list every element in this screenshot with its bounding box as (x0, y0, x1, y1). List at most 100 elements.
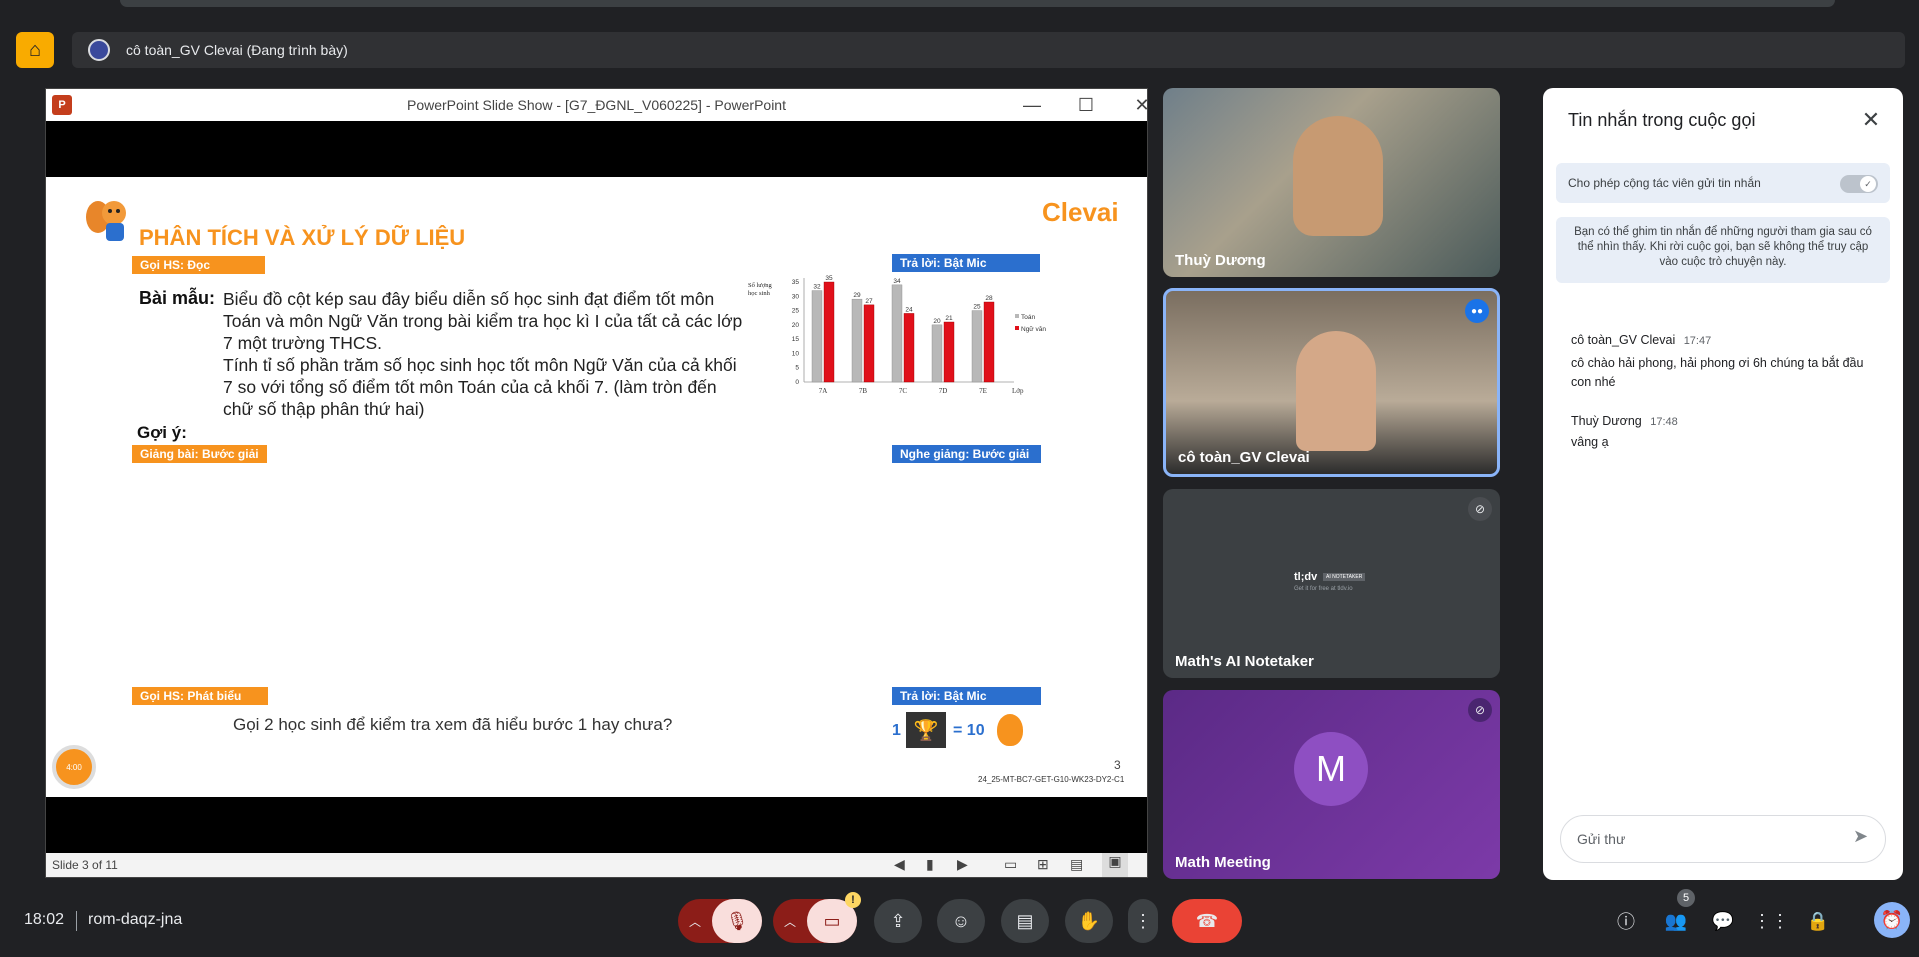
close-chat-icon[interactable]: ✕ (1855, 104, 1887, 136)
ppt-title-bar: P PowerPoint Slide Show - [G7_ĐGNL_V0602… (46, 89, 1150, 121)
participant-video (1293, 116, 1383, 236)
check-icon: ✓ (1860, 176, 1876, 192)
close-icon[interactable]: ✕ (1122, 91, 1162, 119)
tag-tra-loi-bat-mic-2: Trả lời: Bật Mic (892, 687, 1041, 705)
bai-mau-label: Bài mẫu: (139, 288, 216, 308)
participant-tile-math-meeting[interactable]: ⊘ M Math Meeting (1163, 690, 1500, 879)
chart-bar (943, 321, 955, 383)
hand-icon: ✋ (1077, 910, 1101, 931)
message-author: cô toàn_GV Clevai (1571, 333, 1676, 347)
raise-hand-button[interactable]: ✋ (1065, 899, 1113, 943)
divider (76, 911, 77, 931)
participant-tile-co-toan[interactable]: ●● cô toàn_GV Clevai (1163, 288, 1500, 477)
slide-sorter-icon[interactable]: ⊞ (1037, 856, 1049, 873)
reading-view-icon[interactable]: ▤ (1070, 856, 1083, 873)
minimize-icon[interactable]: — (1012, 91, 1052, 119)
chart-legend-label: Toán (1021, 314, 1035, 321)
meeting-code: rom-daqz-jna (88, 911, 183, 928)
message-author: Thuỳ Dương (1571, 414, 1642, 428)
message-text: vâng ạ (1571, 435, 1609, 449)
camera-options-chevron-icon[interactable]: ︿ (773, 913, 807, 930)
participant-tile-ai-notetaker[interactable]: ⊘ tl;dv AI NOTETAKER Get it for free at … (1163, 489, 1500, 678)
acorn-icon (997, 714, 1023, 746)
captions-button[interactable]: ▤ (1001, 899, 1049, 943)
slide-title: PHÂN TÍCH VÀ XỬ LÝ DỮ LIỆU (139, 225, 466, 250)
tldv-logo: tl;dv (1294, 571, 1318, 583)
people-count-badge: 5 (1677, 889, 1695, 907)
chat-info-box: Bạn có thể ghim tin nhắn để những người … (1556, 217, 1890, 283)
chart-bar (823, 281, 835, 383)
mic-control[interactable]: ︿ 🎙 (678, 899, 762, 943)
participant-tile-thuy-duong[interactable]: Thuỳ Dương (1163, 88, 1500, 277)
slide-page-number: 3 (1114, 758, 1121, 772)
chart-y-tick: 25 (792, 308, 800, 315)
slide-notes-icon[interactable]: ▮ (926, 856, 934, 873)
chart-data-label: 29 (853, 292, 861, 299)
presenter-bar[interactable]: cô toàn_GV Clevai (Đang trình bày) (72, 32, 1905, 68)
tag-goi-hs-phat-bieu: Gọi HS: Phát biểu (132, 687, 268, 705)
more-vert-icon: ⋮ (1134, 910, 1152, 931)
mic-off-icon[interactable]: 🎙 (712, 899, 762, 943)
tldv-subtitle: Get it for free at tldv.io (1294, 586, 1353, 592)
participant-video (1296, 331, 1376, 451)
trophy-icon: 🏆 (906, 712, 946, 748)
leave-call-button[interactable]: ☎ (1172, 899, 1242, 943)
chart-y-tick: 20 (792, 322, 800, 329)
timer-icon[interactable]: ⏰ (1874, 902, 1910, 938)
chart-bar (851, 298, 863, 383)
host-controls-icon[interactable]: 🔒 (1806, 899, 1830, 943)
more-options-button[interactable]: ⋮ (1128, 899, 1158, 943)
app-logo-icon[interactable]: ⌂ (16, 32, 54, 68)
slide-question: Gọi 2 học sinh để kiểm tra xem đã hiểu b… (233, 715, 673, 734)
maximize-icon[interactable]: ☐ (1066, 91, 1106, 119)
chart-y-tick: 5 (795, 365, 799, 372)
prev-slide-icon[interactable]: ◀ (894, 856, 905, 873)
bai-mau-paragraph-2: Tính tỉ số phần trăm số học sinh học tốt… (223, 355, 737, 419)
chart-data-label: 32 (813, 284, 821, 291)
allow-messages-toggle[interactable]: ✓ (1840, 175, 1878, 193)
chat-input-placeholder: Gửi thư (1577, 831, 1626, 847)
chat-icon[interactable]: 💬 (1711, 899, 1735, 943)
chart-legend-swatch (1015, 326, 1019, 330)
meeting-info-icon[interactable]: ⓘ (1614, 899, 1638, 943)
bai-mau-paragraph-1: Biểu đồ cột kép sau đây biểu diễn số học… (223, 289, 743, 353)
camera-control[interactable]: ︿ ▭ (773, 899, 857, 943)
chat-message: cô toàn_GV Clevai 17:47 cô chào hải phon… (1571, 331, 1881, 392)
squirrel-mascot-icon (86, 201, 126, 241)
chart-bar (903, 313, 915, 383)
message-time: 17:47 (1683, 335, 1712, 347)
slideshow-view-icon[interactable]: ▣ (1102, 853, 1128, 877)
mic-options-chevron-icon[interactable]: ︿ (678, 913, 712, 930)
chart-data-label: 21 (945, 315, 953, 322)
message-text: cô chào hải phong, hải phong ơi 6h chúng… (1571, 356, 1864, 389)
tag-giang-bai: Giảng bài: Bước giải (132, 445, 267, 463)
tag-nghe-giang: Nghe giảng: Bước giải (892, 445, 1041, 463)
normal-view-icon[interactable]: ▭ (1004, 856, 1017, 873)
tag-goi-hs-doc: Gọi HS: Đọc (132, 256, 265, 274)
presenter-label: cô toàn_GV Clevai (Đang trình bày) (126, 42, 348, 58)
reactions-button[interactable]: ☺ (937, 899, 985, 943)
slide-counter: Slide 3 of 11 (52, 858, 118, 872)
clock: 18:02 (24, 911, 65, 928)
chart-x-tick: 7B (859, 387, 868, 395)
chat-panel: Tin nhắn trong cuộc gọi ✕ Cho phép cộng … (1543, 88, 1903, 880)
chart-data-label: 24 (905, 306, 913, 313)
chat-input[interactable]: Gửi thư ➤ (1560, 815, 1886, 863)
chat-message: Thuỳ Dương 17:48 vâng ạ (1571, 412, 1881, 449)
send-icon[interactable]: ➤ (1853, 826, 1868, 847)
slide: PHÂN TÍCH VÀ XỬ LÝ DỮ LIỆU Clevai Gọi HS… (46, 177, 1147, 797)
ppt-status-bar: Slide 3 of 11 ◀ ▮ ▶ ▭ ⊞ ▤ ▣ (46, 853, 1147, 877)
reward-count: 1 (892, 722, 901, 739)
double-bar-chart: Số lượnghọc sinh 0 5 10 15 20 25 30 35 32 35 7A 29 27… (748, 275, 1046, 395)
present-screen-icon: ⇪ (890, 910, 906, 931)
chart-x-tick: 7D (939, 387, 948, 395)
present-button[interactable]: ⇪ (874, 899, 922, 943)
chart-y-tick: 30 (792, 293, 800, 300)
participant-name: cô toàn_GV Clevai (1178, 449, 1310, 466)
next-slide-icon[interactable]: ▶ (957, 856, 968, 873)
activities-icon[interactable]: ⋮⋮ (1753, 899, 1789, 943)
chart-data-label: 20 (933, 318, 941, 325)
hang-up-icon: ☎ (1195, 910, 1219, 931)
tldv-badge: AI NOTETAKER (1323, 573, 1366, 581)
chart-y-tick: 10 (792, 350, 800, 357)
